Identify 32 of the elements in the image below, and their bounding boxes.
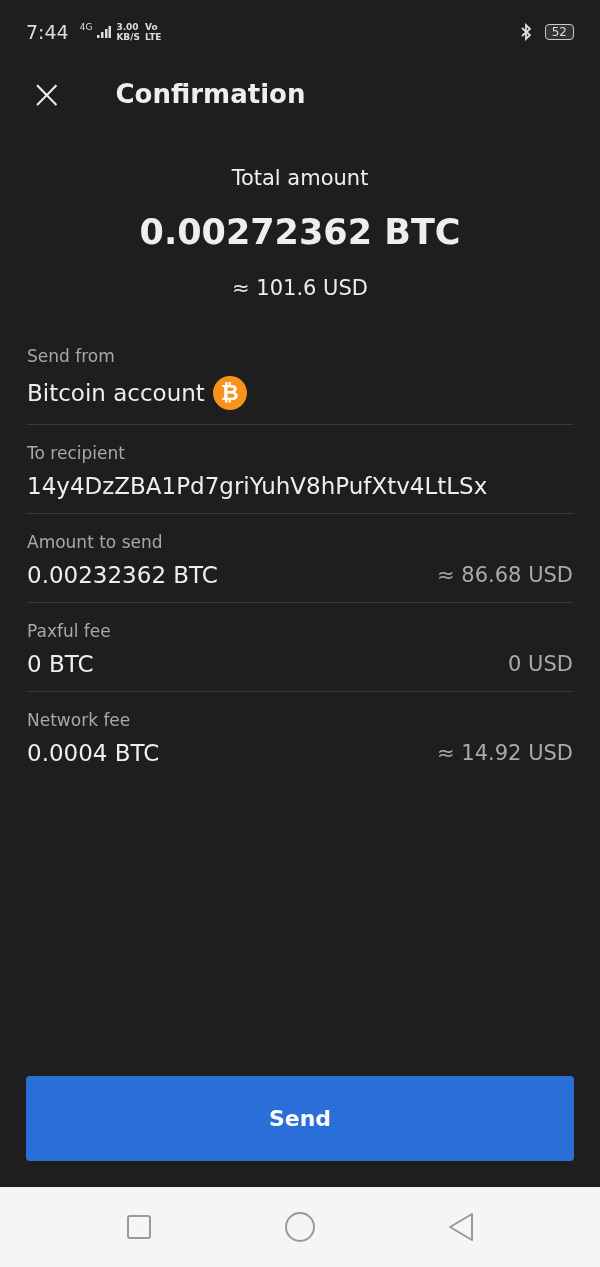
back-icon[interactable]: [448, 1212, 474, 1242]
clock: 7:44: [26, 21, 69, 43]
send-button[interactable]: Send: [26, 1076, 574, 1161]
data-speed: 3.00: [116, 22, 140, 32]
home-icon[interactable]: [284, 1211, 316, 1243]
detail-label: Send from: [27, 346, 116, 366]
bitcoin-icon: ₿: [212, 376, 247, 410]
detail-value: 0.00232362 BTC: [27, 562, 218, 588]
speed-unit: KB/S: [116, 32, 140, 42]
fiat-value: ≈ 14.92 USD: [437, 741, 573, 765]
fiat-value: ≈ 86.68 USD: [437, 563, 573, 587]
detail-label: Paxful fee: [27, 621, 112, 641]
detail-label: To recipient: [27, 443, 126, 463]
network-type: 4G: [79, 22, 93, 32]
detail-label: Amount to send: [27, 532, 164, 552]
battery-indicator: 52: [544, 24, 574, 40]
total-label: Total amount: [231, 166, 369, 190]
total-amount: 0.00272362 BTC: [139, 212, 461, 252]
detail-value: 0 BTC: [27, 651, 94, 677]
total-fiat: ≈ 101.6 USD: [232, 276, 368, 300]
detail-label: Network fee: [27, 710, 132, 730]
detail-value: Bitcoin account: [27, 380, 205, 406]
bluetooth-icon: [519, 23, 532, 41]
detail-value: 14y4DzZBA1Pd7griYuhV8hPufXtv4LtLSx: [27, 473, 488, 499]
lte-label: LTE: [145, 32, 162, 42]
screen-title: Confirmation: [115, 79, 306, 109]
volte-label: Vo: [145, 22, 159, 32]
fiat-value: 0 USD: [508, 652, 573, 676]
signal-icon: [97, 26, 112, 38]
square-icon[interactable]: [126, 1214, 152, 1240]
detail-value: 0.0004 BTC: [27, 740, 160, 766]
close-button[interactable]: ×: [30, 74, 64, 114]
